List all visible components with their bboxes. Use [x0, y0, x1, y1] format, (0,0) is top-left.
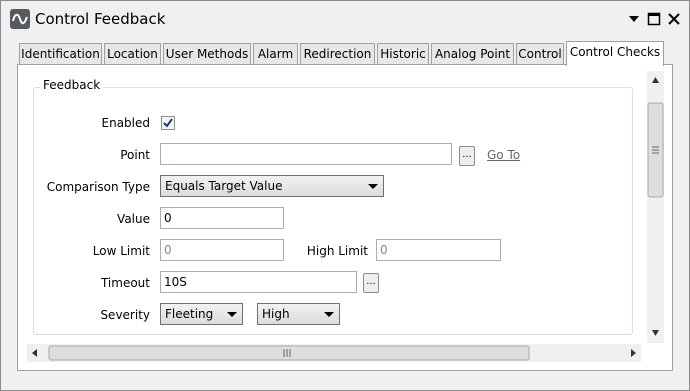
point-input[interactable] — [160, 143, 452, 165]
high-limit-label: High Limit — [306, 244, 368, 258]
vertical-scrollbar[interactable] — [647, 71, 664, 343]
title-bar[interactable]: Control Feedback — [1, 1, 689, 37]
scroll-right-icon[interactable] — [631, 349, 636, 357]
severity-level-value: High — [262, 307, 290, 321]
timeout-label: Timeout — [100, 276, 150, 290]
close-icon[interactable] — [666, 11, 682, 27]
tab-user-methods[interactable]: User Methods — [163, 43, 251, 64]
enabled-label: Enabled — [101, 116, 151, 130]
tab-redirection[interactable]: Redirection — [300, 43, 375, 64]
tab-control-checks[interactable]: Control Checks — [566, 41, 664, 66]
chevron-down-icon[interactable] — [626, 11, 642, 27]
maximize-icon[interactable] — [646, 11, 662, 27]
scroll-down-icon[interactable] — [652, 330, 659, 336]
horizontal-scroll-thumb[interactable] — [48, 345, 530, 361]
enabled-checkbox[interactable] — [161, 116, 175, 130]
timeout-input[interactable]: 10S — [160, 271, 357, 293]
low-limit-input[interactable]: 0 — [160, 239, 284, 261]
control-checks-panel: Feedback Enabled Point ... Go To Compari… — [17, 64, 673, 371]
comparison-type-label: Comparison Type — [46, 180, 150, 194]
feedback-group-title: Feedback — [40, 78, 104, 92]
high-limit-input[interactable]: 0 — [376, 239, 501, 261]
tab-control[interactable]: Control — [516, 43, 564, 64]
tab-analog-point[interactable]: Analog Point — [431, 43, 514, 64]
severity-level-select[interactable]: High — [257, 303, 340, 325]
control-feedback-window: Control Feedback Identification Location… — [0, 0, 690, 391]
tab-location[interactable]: Location — [104, 43, 161, 64]
tab-historic[interactable]: Historic — [377, 43, 429, 64]
value-input[interactable]: 0 — [160, 207, 284, 229]
low-limit-label: Low Limit — [92, 244, 150, 258]
point-browse-button[interactable]: ... — [459, 146, 475, 166]
chevron-down-icon — [368, 184, 378, 189]
trend-icon — [10, 9, 30, 29]
value-label: Value — [117, 212, 150, 226]
severity-label: Severity — [100, 308, 150, 322]
chevron-down-icon — [324, 312, 334, 317]
tab-alarm[interactable]: Alarm — [253, 43, 298, 64]
timeout-browse-button[interactable]: ... — [363, 273, 379, 293]
point-label: Point — [120, 148, 150, 162]
severity-select[interactable]: Fleeting — [160, 303, 243, 325]
scroll-up-icon[interactable] — [652, 77, 659, 83]
checkmark-icon — [163, 118, 173, 128]
scroll-left-icon[interactable] — [32, 349, 37, 357]
severity-value: Fleeting — [165, 307, 214, 321]
chevron-down-icon — [227, 312, 237, 317]
horizontal-scrollbar[interactable] — [27, 344, 641, 362]
window-title: Control Feedback — [35, 10, 166, 28]
comparison-type-value: Equals Target Value — [165, 179, 283, 193]
goto-link[interactable]: Go To — [487, 148, 520, 162]
comparison-type-select[interactable]: Equals Target Value — [160, 175, 384, 197]
tab-identification[interactable]: Identification — [19, 43, 102, 64]
